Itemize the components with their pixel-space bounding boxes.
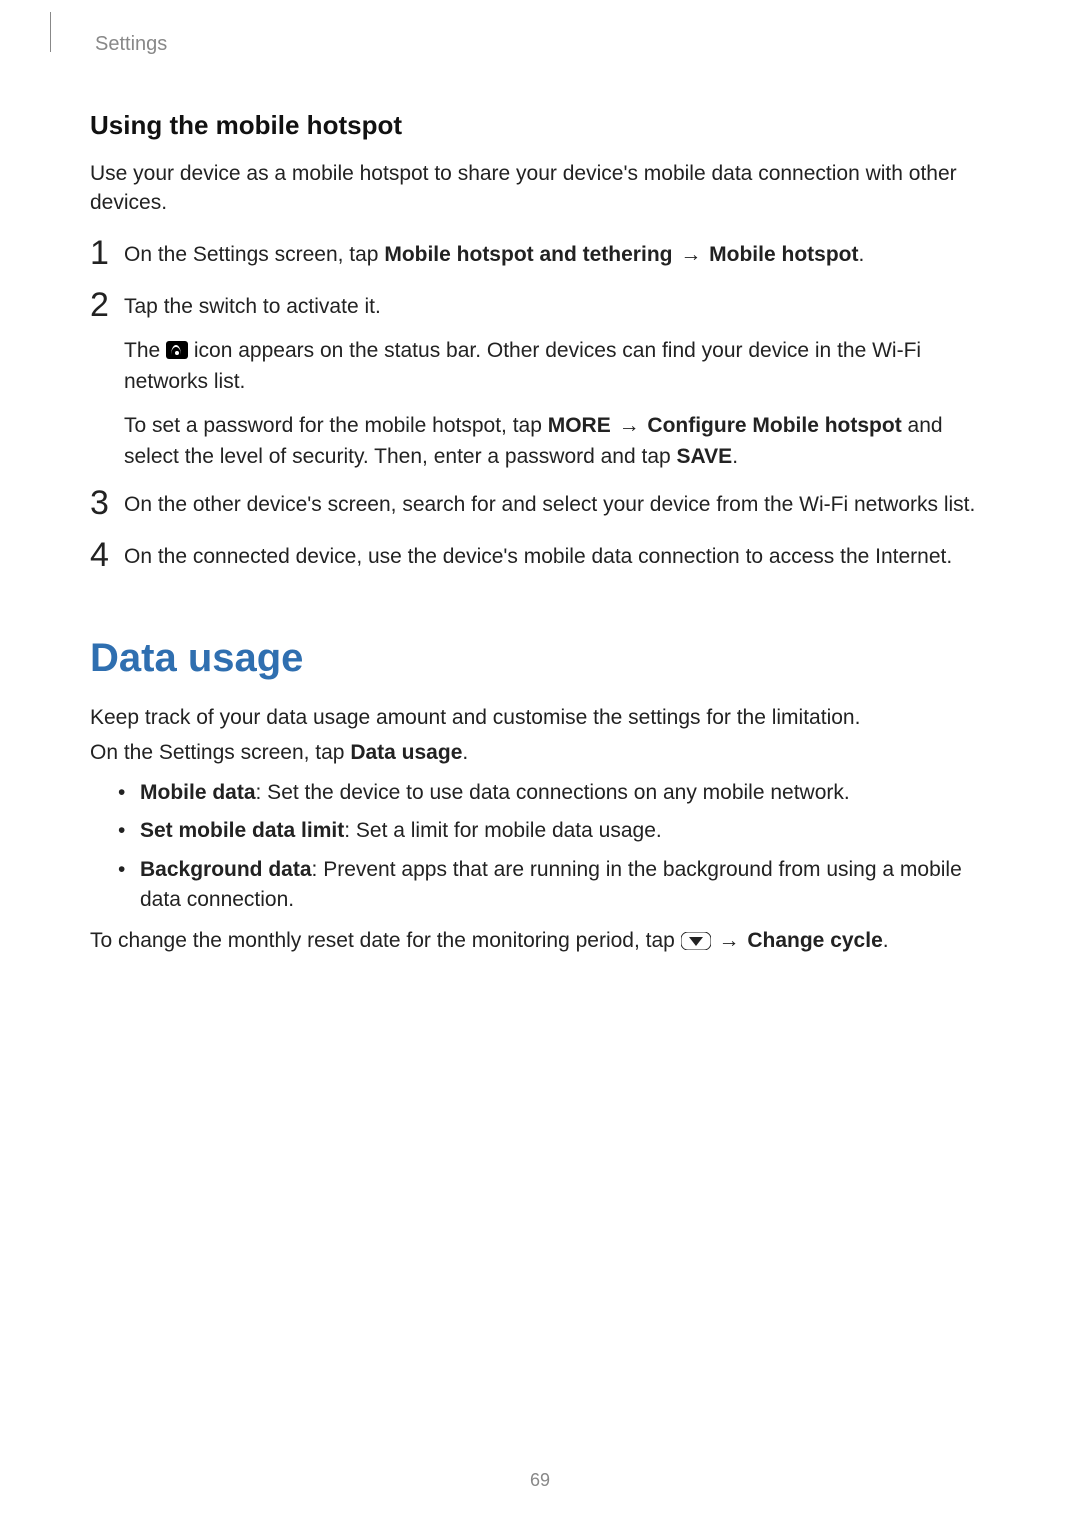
bold-text: MORE <box>548 414 611 437</box>
bullet-text: : Set a limit for mobile data usage. <box>344 819 662 842</box>
data-usage-footer: To change the monthly reset date for the… <box>90 926 990 955</box>
step-body: Tap the switch to activate it. The icon … <box>124 292 990 472</box>
hotspot-heading: Using the mobile hotspot <box>90 110 990 141</box>
text: . <box>462 741 468 764</box>
step-2: 2 Tap the switch to activate it. The ico… <box>90 292 990 472</box>
list-item: Background data: Prevent apps that are r… <box>118 855 990 916</box>
bold-text: Configure Mobile hotspot <box>647 414 901 437</box>
step-3: 3 On the other device's screen, search f… <box>90 490 990 524</box>
bold-text: Mobile hotspot <box>709 243 858 266</box>
text: On the other device's screen, search for… <box>124 490 990 520</box>
step-body: On the Settings screen, tap Mobile hotsp… <box>124 240 990 270</box>
page-number: 69 <box>0 1470 1080 1491</box>
text: The <box>124 339 166 362</box>
bullet-label: Background data <box>140 858 312 881</box>
step-1: 1 On the Settings screen, tap Mobile hot… <box>90 240 990 274</box>
step-number: 1 <box>90 236 124 270</box>
bold-text: Change cycle <box>747 929 882 952</box>
bullet-label: Set mobile data limit <box>140 819 344 842</box>
bold-text: SAVE <box>677 445 733 468</box>
step-body: On the other device's screen, search for… <box>124 490 990 520</box>
data-usage-bullet-list: Mobile data: Set the device to use data … <box>90 778 990 916</box>
text: On the connected device, use the device'… <box>124 542 990 572</box>
step-number: 2 <box>90 288 124 322</box>
bold-text: Data usage <box>350 741 462 764</box>
arrow-text: → <box>613 414 646 437</box>
text: . <box>883 929 889 952</box>
dropdown-triangle-icon <box>681 932 711 950</box>
hotspot-steps-list: 1 On the Settings screen, tap Mobile hot… <box>90 240 990 576</box>
step-4: 4 On the connected device, use the devic… <box>90 542 990 576</box>
header-divider <box>50 12 51 52</box>
step-number: 4 <box>90 538 124 572</box>
bullet-text: : Set the device to use data connections… <box>256 781 850 804</box>
text: . <box>732 445 738 468</box>
bold-text: Mobile hotspot and tethering <box>384 243 672 266</box>
text: . <box>858 243 864 266</box>
list-item: Mobile data: Set the device to use data … <box>118 778 990 808</box>
arrow-text: → <box>674 243 707 266</box>
bullet-label: Mobile data <box>140 781 256 804</box>
data-usage-intro-1: Keep track of your data usage amount and… <box>90 703 990 732</box>
step-number: 3 <box>90 486 124 520</box>
text: Tap the switch to activate it. <box>124 292 990 322</box>
text: To change the monthly reset date for the… <box>90 929 681 952</box>
data-usage-heading: Data usage <box>90 636 990 681</box>
hotspot-status-icon <box>166 341 188 359</box>
step-body: On the connected device, use the device'… <box>124 542 990 572</box>
list-item: Set mobile data limit: Set a limit for m… <box>118 816 990 846</box>
text: To set a password for the mobile hotspot… <box>124 414 548 437</box>
arrow-text: → <box>713 929 746 952</box>
text: On the Settings screen, tap <box>124 243 384 266</box>
header-section-label: Settings <box>95 33 167 56</box>
text: On the Settings screen, tap <box>90 741 350 764</box>
text: icon appears on the status bar. Other de… <box>124 339 921 392</box>
hotspot-intro: Use your device as a mobile hotspot to s… <box>90 159 990 218</box>
